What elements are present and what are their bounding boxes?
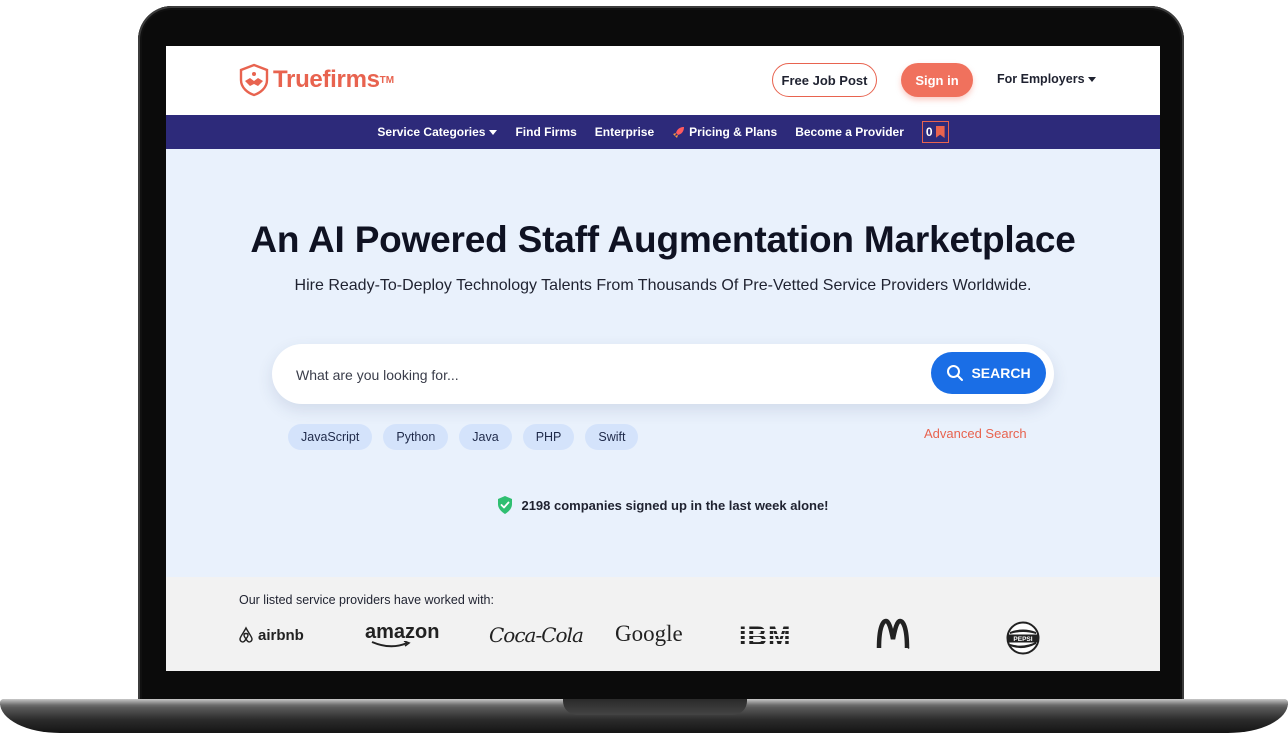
- tag-python[interactable]: Python: [383, 424, 449, 450]
- popular-tags: JavaScript Python Java PHP Swift: [288, 424, 639, 450]
- tag-javascript[interactable]: JavaScript: [288, 424, 373, 450]
- amazon-smile-icon: [371, 641, 411, 648]
- rocket-icon: [673, 126, 685, 138]
- clients-section: Our listed service providers have worked…: [166, 577, 1160, 671]
- golden-arches-icon: [876, 618, 910, 649]
- airbnb-icon: [239, 626, 253, 643]
- search-input[interactable]: [294, 356, 898, 394]
- airbnb-wordmark: airbnb: [258, 626, 304, 644]
- laptop-notch: [563, 699, 747, 715]
- pepsi-wordmark: PEPSI: [1013, 636, 1032, 643]
- sign-in-button[interactable]: Sign in: [901, 63, 973, 97]
- nav-label: Become a Provider: [795, 125, 904, 139]
- search-button-label: SEARCH: [971, 365, 1031, 381]
- signup-notice: 2198 companies signed up in the last wee…: [166, 496, 1160, 514]
- mcdonalds-logo: [876, 617, 910, 651]
- nav-label: Enterprise: [594, 125, 655, 139]
- coca-cola-logo: Coca-Cola: [489, 623, 584, 647]
- nav-pricing-plans[interactable]: Pricing & Plans: [672, 125, 777, 139]
- logo-text: Truefirms: [273, 66, 380, 93]
- shield-check-icon: [498, 496, 513, 514]
- for-employers-dropdown[interactable]: For Employers: [997, 72, 1096, 86]
- google-logo: Google: [615, 621, 683, 646]
- ibm-logo: IBM: [739, 621, 792, 651]
- for-employers-label: For Employers: [997, 72, 1085, 86]
- pepsi-globe-icon: PEPSI: [1006, 621, 1040, 655]
- search-button[interactable]: SEARCH: [931, 352, 1046, 394]
- tag-swift[interactable]: Swift: [585, 424, 639, 450]
- nav-label: Service Categories: [377, 125, 486, 139]
- search-icon: [947, 365, 964, 381]
- website-screen: Truefirms TM Free Job Post Sign in For Em…: [166, 46, 1160, 671]
- clients-label: Our listed service providers have worked…: [239, 593, 494, 607]
- bookmark-icon: [935, 126, 945, 138]
- nav-service-categories[interactable]: Service Categories: [377, 125, 498, 139]
- tag-php[interactable]: PHP: [522, 424, 575, 450]
- truefirms-logo[interactable]: Truefirms TM: [238, 63, 394, 97]
- pepsi-logo: PEPSI: [1006, 621, 1040, 655]
- main-nav: Service Categories Find Firms Enterprise…: [166, 115, 1160, 149]
- search-bar: SEARCH: [272, 344, 1054, 404]
- nav-label: Find Firms: [515, 125, 577, 139]
- site-header: Truefirms TM Free Job Post Sign in For Em…: [166, 46, 1160, 115]
- nav-become-provider[interactable]: Become a Provider: [795, 125, 904, 139]
- logo-trademark: TM: [379, 74, 395, 86]
- hero-title: An AI Powered Staff Augmentation Marketp…: [250, 219, 1076, 260]
- caret-down-icon: [489, 129, 498, 135]
- advanced-search-link[interactable]: Advanced Search: [924, 426, 1027, 441]
- free-job-post-button[interactable]: Free Job Post: [772, 63, 877, 97]
- signup-notice-text: 2198 companies signed up in the last wee…: [521, 497, 829, 513]
- caret-down-icon: [1087, 76, 1096, 82]
- saved-count: 0: [925, 125, 933, 139]
- nav-label: Pricing & Plans: [689, 125, 778, 139]
- tag-java[interactable]: Java: [459, 424, 512, 450]
- nav-find-firms[interactable]: Find Firms: [515, 125, 576, 139]
- nav-enterprise[interactable]: Enterprise: [595, 125, 654, 139]
- airbnb-logo: airbnb: [237, 626, 304, 644]
- amazon-logo: amazon: [365, 621, 439, 649]
- handshake-shield-icon: [239, 63, 269, 97]
- saved-firms-counter[interactable]: 0: [921, 121, 949, 143]
- hero-subtitle: Hire Ready-To-Deploy Technology Talents …: [294, 277, 1032, 294]
